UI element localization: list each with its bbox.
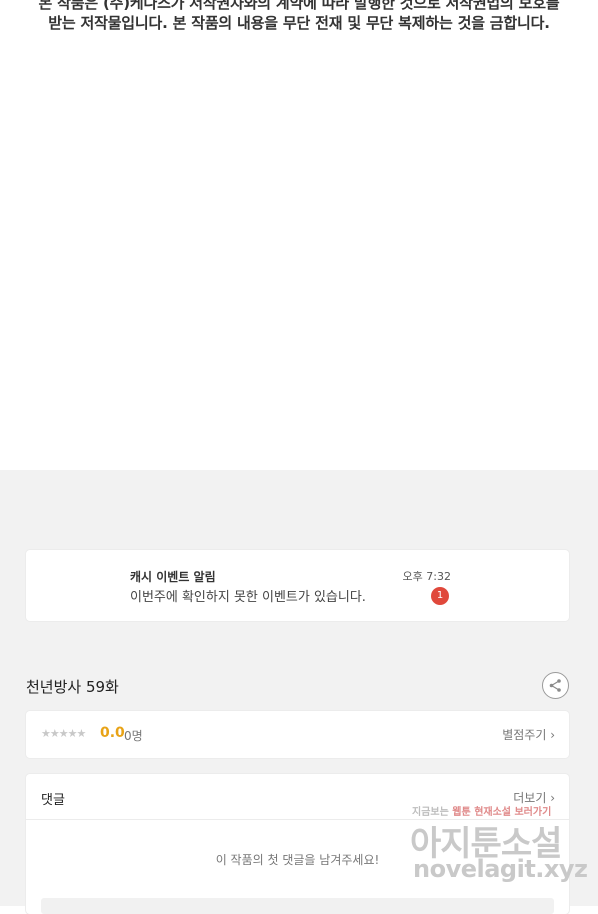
share-button[interactable] <box>542 672 569 699</box>
notification-time: 오후 7:32 <box>402 570 451 583</box>
watermark: 지금보는 웹툰 현재소설 보러가기 아지툰소설 novelagit.xyz <box>410 803 588 888</box>
cash-event-notification[interactable]: 캐시 이벤트 알림 이번주에 확인하지 못한 이벤트가 있습니다. 오후 7:3… <box>26 550 569 621</box>
copyright-notice-line2: 받는 저작물입니다. 본 작품의 내용을 무단 전재 및 무단 복제하는 것을 … <box>48 14 550 32</box>
rating-card: ★★★★★ 0.0 0명 별점주기 › <box>26 711 569 758</box>
notification-message: 이번주에 확인하지 못한 이벤트가 있습니다. <box>130 590 366 605</box>
share-icon <box>549 679 561 692</box>
watermark-url: novelagit.xyz <box>413 855 588 883</box>
notification-title: 캐시 이벤트 알림 <box>130 570 216 584</box>
comments-title: 댓글 <box>41 793 65 808</box>
notification-count-badge: 1 <box>431 587 449 605</box>
star-rating-icons: ★★★★★ <box>41 727 86 740</box>
episode-title: 천년방사 59화 <box>26 678 119 696</box>
comment-input[interactable] <box>41 898 554 914</box>
rate-button[interactable]: 별점주기 › <box>502 726 555 743</box>
copyright-notice: 본 작품은 (주)케나즈가 저작권자와의 계약에 따라 발행한 것으로 저작권법… <box>0 0 598 470</box>
rating-score: 0.0 <box>100 725 125 741</box>
rating-count: 0명 <box>124 729 143 743</box>
